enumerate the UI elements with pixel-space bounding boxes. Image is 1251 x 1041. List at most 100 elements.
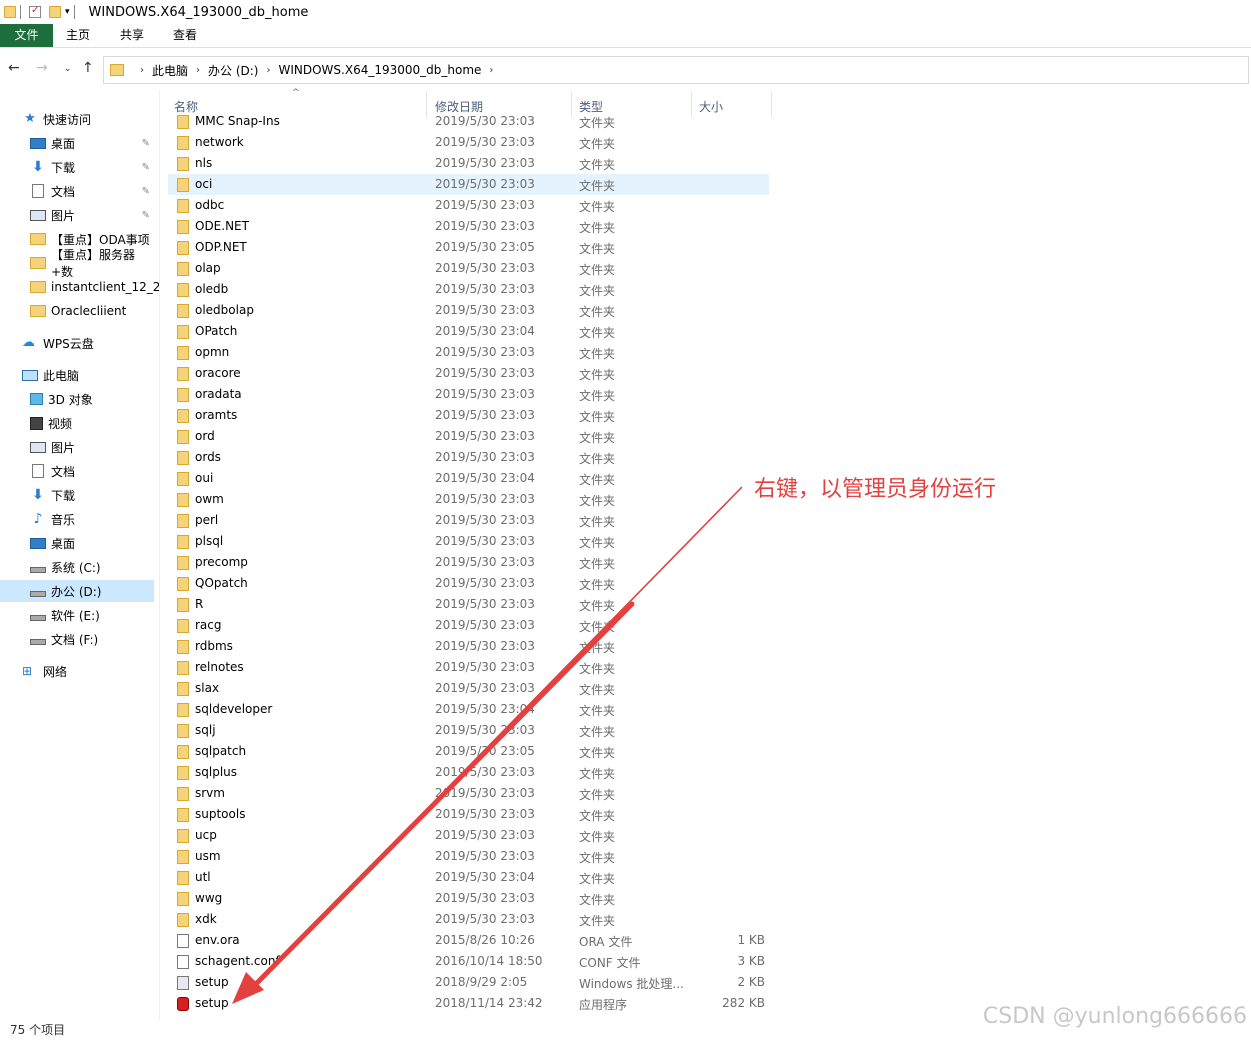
file-row[interactable]: wwg 2019/5/30 23:03 文件夹: [168, 888, 769, 909]
file-row[interactable]: schagent.conf 2016/10/14 18:50 CONF 文件 3 KB: [168, 951, 769, 972]
file-row[interactable]: oramts 2019/5/30 23:03 文件夹: [168, 405, 769, 426]
file-row[interactable]: setup 2018/9/29 2:05 Windows 批处理... 2 KB: [168, 972, 769, 993]
new-folder-icon[interactable]: [49, 6, 61, 18]
folder-icon: [177, 619, 189, 633]
column-header-name[interactable]: 名称: [174, 98, 198, 115]
tab-file[interactable]: 文件: [0, 24, 53, 47]
file-row[interactable]: odbc 2019/5/30 23:03 文件夹: [168, 195, 769, 216]
sidebar-item-label: 文档 (F:): [51, 632, 99, 647]
sidebar-item[interactable]: 3D 对象: [0, 388, 154, 410]
sidebar-item[interactable]: 图片 ✎: [0, 204, 154, 226]
pin-icon: ✎: [141, 161, 150, 173]
file-row[interactable]: slax 2019/5/30 23:03 文件夹: [168, 678, 769, 699]
file-row[interactable]: nls 2019/5/30 23:03 文件夹: [168, 153, 769, 174]
file-row[interactable]: owm 2019/5/30 23:03 文件夹: [168, 489, 769, 510]
up-arrow-icon[interactable]: ↑: [82, 60, 94, 76]
column-header-type[interactable]: 类型: [579, 98, 603, 115]
address-bar[interactable]: › 此电脑 › 办公 (D:) › WINDOWS.X64_193000_db_…: [103, 56, 1249, 84]
file-row[interactable]: ord 2019/5/30 23:03 文件夹: [168, 426, 769, 447]
breadcrumb-current-folder[interactable]: WINDOWS.X64_193000_db_home: [278, 63, 481, 77]
file-row[interactable]: sqlplus 2019/5/30 23:03 文件夹: [168, 762, 769, 783]
recent-locations-chevron-icon[interactable]: ⌄: [64, 64, 72, 74]
sidebar-item[interactable]: 桌面 ✎: [0, 132, 154, 154]
sidebar-item[interactable]: ⊞ 网络: [0, 660, 154, 682]
file-row[interactable]: opmn 2019/5/30 23:03 文件夹: [168, 342, 769, 363]
sidebar-item[interactable]: 文档 (F:): [0, 628, 154, 650]
forward-arrow-icon[interactable]: →: [36, 60, 48, 76]
file-row[interactable]: ODP.NET 2019/5/30 23:05 文件夹: [168, 237, 769, 258]
breadcrumb-this-pc[interactable]: 此电脑: [152, 62, 188, 79]
sidebar-item[interactable]: 视频: [0, 412, 154, 434]
file-row[interactable]: sqlpatch 2019/5/30 23:05 文件夹: [168, 741, 769, 762]
sidebar-item[interactable]: ♪ 音乐: [0, 508, 154, 530]
file-row[interactable]: oui 2019/5/30 23:04 文件夹: [168, 468, 769, 489]
sidebar-item[interactable]: instantclient_12_2: [0, 276, 160, 298]
sidebar-item[interactable]: 文档: [0, 460, 154, 482]
file-row[interactable]: relnotes 2019/5/30 23:03 文件夹: [168, 657, 769, 678]
file-row[interactable]: xdk 2019/5/30 23:03 文件夹: [168, 909, 769, 930]
file-row[interactable]: ODE.NET 2019/5/30 23:03 文件夹: [168, 216, 769, 237]
chevron-right-icon[interactable]: ›: [140, 65, 144, 76]
sidebar-item[interactable]: ☁ WPS云盘: [0, 332, 154, 354]
file-row[interactable]: suptools 2019/5/30 23:03 文件夹: [168, 804, 769, 825]
folder-icon: [177, 535, 189, 549]
file-row[interactable]: olap 2019/5/30 23:03 文件夹: [168, 258, 769, 279]
sidebar-item[interactable]: 桌面: [0, 532, 154, 554]
file-row[interactable]: oradata 2019/5/30 23:03 文件夹: [168, 384, 769, 405]
file-name: opmn: [195, 345, 230, 359]
file-row[interactable]: srvm 2019/5/30 23:03 文件夹: [168, 783, 769, 804]
column-header-size[interactable]: 大小: [699, 98, 723, 115]
breadcrumb-drive-d[interactable]: 办公 (D:): [208, 62, 258, 79]
file-row[interactable]: ords 2019/5/30 23:03 文件夹: [168, 447, 769, 468]
chevron-right-icon[interactable]: ›: [489, 65, 493, 76]
file-row[interactable]: utl 2019/5/30 23:04 文件夹: [168, 867, 769, 888]
chevron-right-icon[interactable]: ›: [196, 65, 200, 76]
sidebar-item-label: 系统 (C:): [51, 560, 101, 575]
file-row[interactable]: oledbolap 2019/5/30 23:03 文件夹: [168, 300, 769, 321]
file-row[interactable]: perl 2019/5/30 23:03 文件夹: [168, 510, 769, 531]
file-row[interactable]: plsql 2019/5/30 23:03 文件夹: [168, 531, 769, 552]
file-row[interactable]: MMC Snap-Ins 2019/5/30 23:03 文件夹: [168, 114, 769, 132]
file-row[interactable]: setup 2018/11/14 23:42 应用程序 282 KB: [168, 993, 769, 1014]
sidebar-item[interactable]: 【重点】服务器+数: [0, 248, 154, 279]
sidebar-item[interactable]: ⬇ 下载: [0, 484, 154, 506]
file-row[interactable]: sqlj 2019/5/30 23:03 文件夹: [168, 720, 769, 741]
file-row[interactable]: racg 2019/5/30 23:03 文件夹: [168, 615, 769, 636]
file-row[interactable]: oracore 2019/5/30 23:03 文件夹: [168, 363, 769, 384]
file-row[interactable]: QOpatch 2019/5/30 23:03 文件夹: [168, 573, 769, 594]
file-row[interactable]: sqldeveloper 2019/5/30 23:04 文件夹: [168, 699, 769, 720]
file-row[interactable]: ucp 2019/5/30 23:03 文件夹: [168, 825, 769, 846]
tab-home[interactable]: 主页: [58, 24, 98, 47]
file-row[interactable]: usm 2019/5/30 23:03 文件夹: [168, 846, 769, 867]
file-row[interactable]: network 2019/5/30 23:03 文件夹: [168, 132, 769, 153]
folder-icon: [30, 257, 46, 269]
file-row[interactable]: oledb 2019/5/30 23:03 文件夹: [168, 279, 769, 300]
sidebar-item[interactable]: 系统 (C:): [0, 556, 154, 578]
file-type: CONF 文件: [579, 956, 641, 970]
sidebar-item[interactable]: 此电脑: [0, 364, 154, 386]
sidebar-item[interactable]: ⬇ 下载 ✎: [0, 156, 154, 178]
file-type: 文件夹: [579, 305, 616, 319]
back-arrow-icon[interactable]: ←: [8, 60, 20, 76]
sidebar-item[interactable]: 办公 (D:): [0, 580, 154, 602]
file-date: 2019/5/30 23:03: [435, 807, 535, 821]
tab-view[interactable]: 查看: [165, 24, 205, 47]
tab-share[interactable]: 共享: [112, 24, 152, 47]
properties-icon[interactable]: [29, 5, 41, 18]
customize-dropdown-icon[interactable]: ▾: [65, 7, 70, 17]
sidebar-item[interactable]: 图片: [0, 436, 154, 458]
column-header-date[interactable]: 修改日期: [435, 98, 483, 115]
sidebar-item[interactable]: Oraclecliient: [0, 300, 154, 322]
file-row[interactable]: precomp 2019/5/30 23:03 文件夹: [168, 552, 769, 573]
chevron-right-icon[interactable]: ›: [266, 65, 270, 76]
sidebar-item[interactable]: ★ 快速访问: [0, 108, 154, 130]
sidebar-item[interactable]: 软件 (E:): [0, 604, 154, 626]
file-row[interactable]: OPatch 2019/5/30 23:04 文件夹: [168, 321, 769, 342]
sidebar-item[interactable]: 文档 ✎: [0, 180, 154, 202]
star-icon: ★: [24, 111, 36, 126]
pane-splitter[interactable]: [159, 90, 160, 1020]
file-row[interactable]: oci 2019/5/30 23:03 文件夹: [168, 174, 769, 195]
file-row[interactable]: rdbms 2019/5/30 23:03 文件夹: [168, 636, 769, 657]
file-row[interactable]: env.ora 2015/8/26 10:26 ORA 文件 1 KB: [168, 930, 769, 951]
file-row[interactable]: R 2019/5/30 23:03 文件夹: [168, 594, 769, 615]
